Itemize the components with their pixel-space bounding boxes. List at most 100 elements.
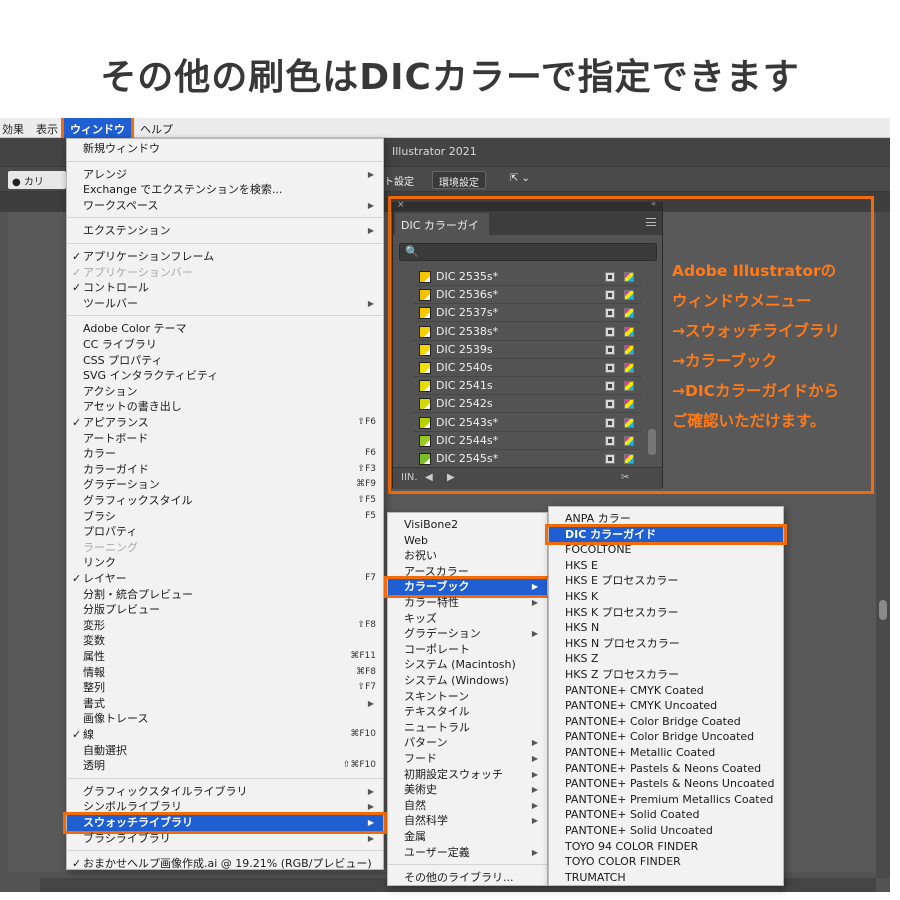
window-menu-item[interactable]: プロパティ bbox=[67, 524, 383, 540]
swatch-menu-item[interactable]: カラー特性 ▶ bbox=[388, 595, 547, 611]
window-menu-item[interactable]: Adobe Color テーマ bbox=[67, 321, 383, 337]
colorbook-menu-item[interactable]: HKS K bbox=[549, 589, 783, 605]
window-menu-item[interactable]: 整列 ⇧F7 bbox=[67, 680, 383, 696]
document-setup-button[interactable]: ト設定 bbox=[378, 171, 420, 189]
window-menu-item[interactable]: 情報 ⌘F8 bbox=[67, 665, 383, 681]
swatch-menu-item[interactable]: VisiBone2 bbox=[388, 517, 547, 533]
window-menu-item[interactable]: SVG インタラクティビティ bbox=[67, 368, 383, 384]
window-menu-item[interactable]: ✓ コントロール bbox=[67, 280, 383, 296]
colorbook-menu-item[interactable]: PANTONE+ Premium Metallics Coated bbox=[549, 792, 783, 808]
menu-window[interactable]: ウィンドウ bbox=[61, 118, 134, 141]
window-menu-item[interactable]: 分割・統合プレビュー bbox=[67, 587, 383, 603]
swatch-menu-item[interactable]: テキスタイル bbox=[388, 704, 547, 720]
colorbook-menu-item[interactable]: PANTONE+ CMYK Coated bbox=[549, 683, 783, 699]
window-menu-item[interactable]: アセットの書き出し bbox=[67, 399, 383, 415]
swatch-menu-item[interactable]: システム (Macintosh) bbox=[388, 657, 547, 673]
window-menu-item[interactable]: CSS プロパティ bbox=[67, 353, 383, 369]
window-menu-item[interactable]: カラー F6 bbox=[67, 446, 383, 462]
window-menu-item[interactable]: カラーガイド ⇧F3 bbox=[67, 462, 383, 478]
colorbook-menu-item[interactable]: HKS N bbox=[549, 620, 783, 636]
window-menu-item[interactable]: ツールバー ▶ bbox=[67, 296, 383, 312]
colorbook-menu-item[interactable]: HKS Z プロセスカラー bbox=[549, 667, 783, 683]
window-menu-item[interactable]: グラデーション ⌘F9 bbox=[67, 477, 383, 493]
window-menu-item[interactable]: リンク bbox=[67, 555, 383, 571]
window-menu-item[interactable]: Exchange でエクステンションを検索... bbox=[67, 182, 383, 198]
window-menu-item[interactable]: アートボード bbox=[67, 431, 383, 447]
colorbook-menu-item[interactable]: HKS K プロセスカラー bbox=[549, 605, 783, 621]
window-menu-item[interactable]: ✓ レイヤー F7 bbox=[67, 571, 383, 587]
colorbook-menu-item[interactable]: HKS E プロセスカラー bbox=[549, 573, 783, 589]
window-menu-item[interactable]: 書式 ▶ bbox=[67, 696, 383, 712]
colorbook-menu-item[interactable]: HKS E bbox=[549, 558, 783, 574]
colorbook-menu-item[interactable]: PANTONE+ Metallic Coated bbox=[549, 745, 783, 761]
swatch-menu-item[interactable]: カラーブック ▶ bbox=[388, 579, 547, 595]
vertical-scrollbar[interactable] bbox=[876, 212, 890, 878]
window-menu-item[interactable]: 透明 ⇧⌘F10 bbox=[67, 758, 383, 774]
swatch-menu-item[interactable]: ニュートラル bbox=[388, 720, 547, 736]
swatch-menu-item[interactable]: フード ▶ bbox=[388, 751, 547, 767]
window-menu-item[interactable]: スウォッチライブラリ ▶ bbox=[67, 815, 383, 831]
colorbook-menu-item[interactable]: PANTONE+ Pastels & Neons Uncoated bbox=[549, 776, 783, 792]
swatch-menu-item-label: カラー特性 bbox=[404, 596, 459, 609]
fill-selector[interactable]: ● カリ bbox=[8, 171, 66, 189]
window-menu-item[interactable]: ✓ おまかせヘルプ画像作成.ai @ 19.21% (RGB/プレビュー) bbox=[67, 856, 383, 872]
swatch-menu-item[interactable]: キッズ bbox=[388, 611, 547, 627]
window-menu-item[interactable]: 分版プレビュー bbox=[67, 602, 383, 618]
window-menu-item[interactable]: CC ライブラリ bbox=[67, 337, 383, 353]
colorbook-menu-item[interactable]: FOCOLTONE bbox=[549, 542, 783, 558]
window-menu-item[interactable]: 変形 ⇧F8 bbox=[67, 618, 383, 634]
window-menu-item[interactable]: ✓ 線 ⌘F10 bbox=[67, 727, 383, 743]
arrange-documents-icon[interactable]: ⇱ ⌄ bbox=[504, 171, 536, 189]
colorbook-menu-item[interactable]: ANPA カラー bbox=[549, 511, 783, 527]
swatch-menu-item[interactable]: アースカラー bbox=[388, 564, 547, 580]
swatch-menu-item[interactable]: Web bbox=[388, 533, 547, 549]
menu-help[interactable]: ヘルプ bbox=[140, 121, 173, 137]
colorbook-menu-item[interactable]: DIC カラーガイド bbox=[549, 526, 783, 543]
window-menu-item[interactable]: シンボルライブラリ ▶ bbox=[67, 799, 383, 815]
colorbook-menu-item[interactable]: TOYO COLOR FINDER bbox=[549, 854, 783, 870]
swatch-menu-item[interactable]: お祝い bbox=[388, 548, 547, 564]
window-menu-item[interactable]: ✓ アプリケーションフレーム bbox=[67, 249, 383, 265]
swatch-menu-item[interactable]: 初期設定スウォッチ ▶ bbox=[388, 767, 547, 783]
swatch-menu-item[interactable]: 自然 ▶ bbox=[388, 798, 547, 814]
window-menu-item[interactable]: 画像トレース bbox=[67, 711, 383, 727]
window-menu-item[interactable]: 新規ウィンドウ bbox=[67, 141, 383, 157]
window-menu-item[interactable]: ワークスペース ▶ bbox=[67, 198, 383, 214]
swatch-menu-item[interactable]: ユーザー定義 ▶ bbox=[388, 845, 547, 861]
window-menu-item[interactable]: エクステンション ▶ bbox=[67, 223, 383, 239]
window-menu-item-label: CC ライブラリ bbox=[83, 338, 157, 351]
colorbook-menu-item[interactable]: PANTONE+ Solid Coated bbox=[549, 807, 783, 823]
preferences-button[interactable]: 環境設定 bbox=[432, 171, 486, 189]
menu-effect[interactable]: 効果 bbox=[2, 121, 24, 137]
swatch-menu-item[interactable]: 金属 bbox=[388, 829, 547, 845]
scroll-thumb[interactable] bbox=[879, 600, 887, 620]
window-menu-item[interactable]: ブラシ F5 bbox=[67, 509, 383, 525]
colorbook-menu-item[interactable]: PANTONE+ Color Bridge Coated bbox=[549, 714, 783, 730]
colorbook-menu-item[interactable]: PANTONE+ Solid Uncoated bbox=[549, 823, 783, 839]
swatch-menu-item[interactable]: 自然科学 ▶ bbox=[388, 813, 547, 829]
colorbook-menu-item[interactable]: PANTONE+ CMYK Uncoated bbox=[549, 698, 783, 714]
window-menu-item[interactable]: 属性 ⌘F11 bbox=[67, 649, 383, 665]
swatch-menu-item[interactable]: システム (Windows) bbox=[388, 673, 547, 689]
colorbook-menu-item[interactable]: PANTONE+ Color Bridge Uncoated bbox=[549, 729, 783, 745]
colorbook-menu-item[interactable]: TOYO 94 COLOR FINDER bbox=[549, 839, 783, 855]
window-menu-item[interactable]: アクション bbox=[67, 384, 383, 400]
menu-view[interactable]: 表示 bbox=[36, 121, 58, 137]
swatch-menu-item[interactable]: コーポレート bbox=[388, 642, 547, 658]
colorbook-menu-item[interactable]: HKS N プロセスカラー bbox=[549, 636, 783, 652]
swatch-menu-item[interactable]: スキントーン bbox=[388, 689, 547, 705]
colorbook-menu-item[interactable]: HKS Z bbox=[549, 651, 783, 667]
window-menu-item[interactable]: グラフィックスタイル ⇧F5 bbox=[67, 493, 383, 509]
window-menu-item[interactable]: ブラシライブラリ ▶ bbox=[67, 831, 383, 847]
window-menu-item[interactable]: 自動選択 bbox=[67, 743, 383, 759]
swatch-menu-item[interactable]: その他のライブラリ... bbox=[388, 870, 547, 886]
swatch-menu-item[interactable]: パターン ▶ bbox=[388, 735, 547, 751]
window-menu-item[interactable]: ✓ アピアランス ⇧F6 bbox=[67, 415, 383, 431]
swatch-menu-item[interactable]: 美術史 ▶ bbox=[388, 782, 547, 798]
window-menu-item[interactable]: アレンジ ▶ bbox=[67, 167, 383, 183]
colorbook-menu-item[interactable]: PANTONE+ Pastels & Neons Coated bbox=[549, 761, 783, 777]
window-menu-item[interactable]: 変数 bbox=[67, 633, 383, 649]
swatch-menu-item[interactable]: グラデーション ▶ bbox=[388, 626, 547, 642]
colorbook-menu-item[interactable]: TRUMATCH bbox=[549, 870, 783, 886]
window-menu-item[interactable]: グラフィックスタイルライブラリ ▶ bbox=[67, 784, 383, 800]
